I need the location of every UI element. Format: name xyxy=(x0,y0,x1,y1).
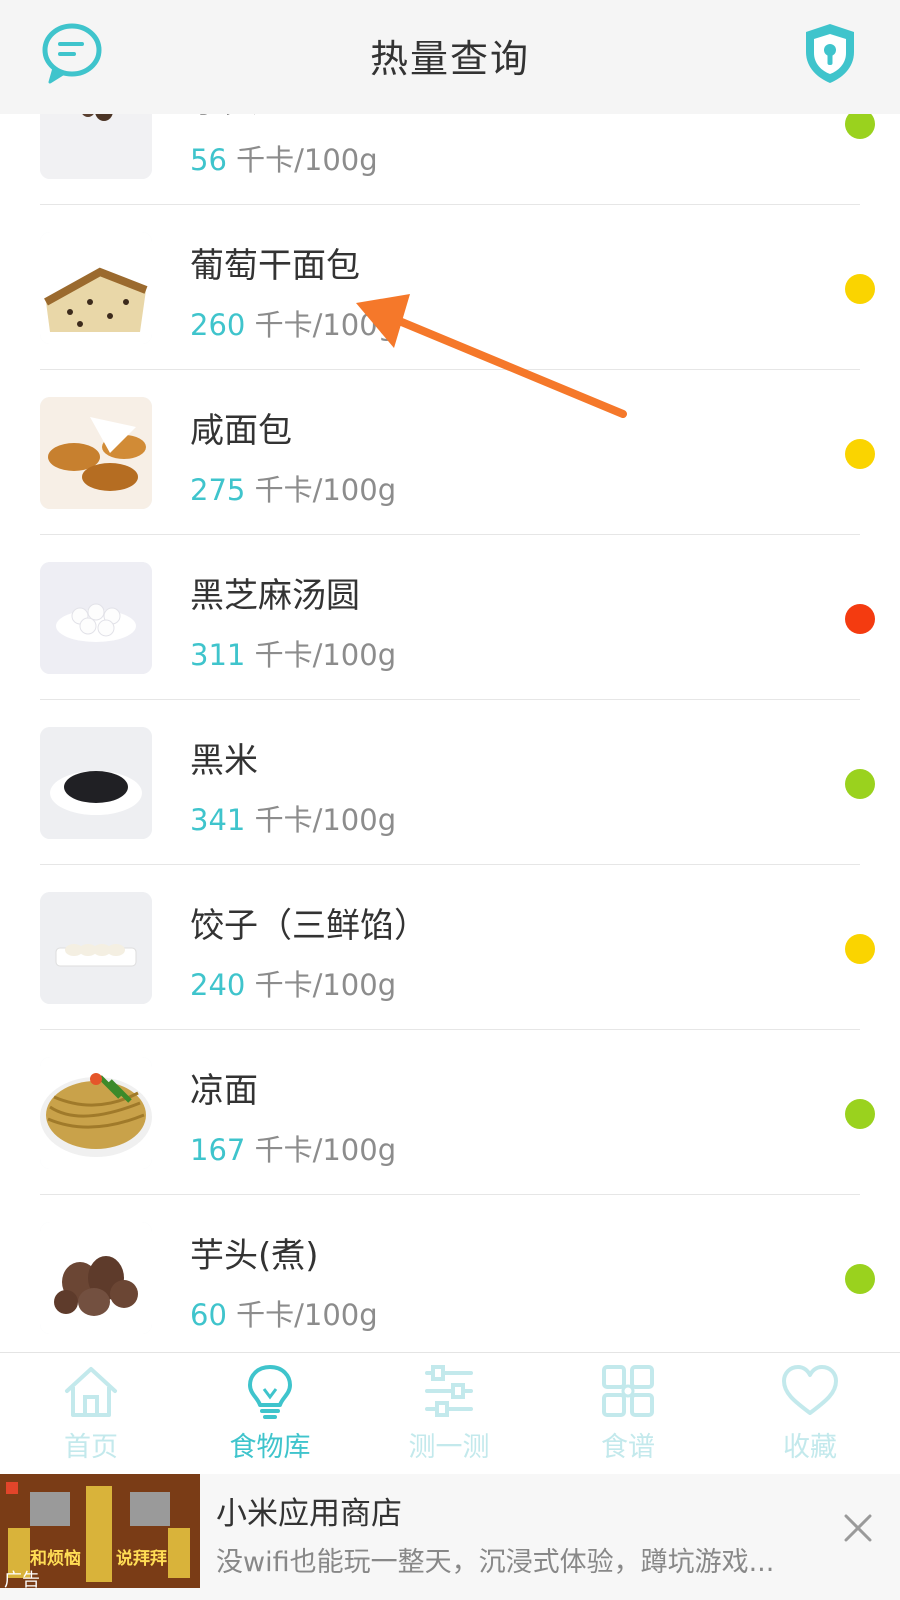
sliders-icon xyxy=(425,1365,473,1417)
calorie-unit: 千卡/100g xyxy=(254,803,397,837)
lightbulb-icon xyxy=(248,1365,292,1419)
ad-banner[interactable]: 和烦恼 说拜拜 广告 小米应用商店 没wifi也能玩一整天，沉浸式体验，蹲坑游戏… xyxy=(0,1474,900,1600)
food-list-item[interactable]: 饺子（三鲜馅） 240 千卡/100g xyxy=(0,865,900,1030)
food-name: 葡萄干面包 xyxy=(190,246,360,286)
food-calories: 60 千卡/100g xyxy=(190,1292,378,1334)
food-thumbnail xyxy=(40,562,152,674)
calorie-value: 311 xyxy=(190,638,246,672)
heart-icon xyxy=(782,1365,838,1415)
calorie-value: 341 xyxy=(190,803,246,837)
food-calories: 260 千卡/100g xyxy=(190,302,396,344)
food-name: 黑米 xyxy=(190,741,258,781)
calorie-value: 240 xyxy=(190,968,246,1002)
calorie-value: 260 xyxy=(190,308,246,342)
nav-food-library[interactable]: 食物库 xyxy=(205,1363,335,1473)
calorie-value: 275 xyxy=(190,473,246,507)
home-icon xyxy=(65,1367,117,1417)
calorie-value: 60 xyxy=(190,1298,227,1332)
food-calories: 311 千卡/100g xyxy=(190,632,396,674)
food-list-item[interactable]: 黑米 341 千卡/100g xyxy=(0,700,900,865)
ad-title: 小米应用商店 xyxy=(216,1496,402,1532)
status-dot xyxy=(845,114,875,139)
top-bar: 热量查询 xyxy=(0,0,900,114)
nav-label: 首页 xyxy=(64,1432,118,1463)
nav-label: 收藏 xyxy=(783,1432,837,1463)
food-list-item[interactable]: 凉面 167 千卡/100g xyxy=(0,1030,900,1195)
food-thumbnail xyxy=(40,114,152,179)
ad-thumb-text-right: 说拜拜 xyxy=(116,1549,167,1569)
calorie-unit: 千卡/100g xyxy=(254,308,397,342)
bottom-nav: 首页 食物库 测一测 食谱 收藏 xyxy=(0,1352,900,1475)
food-calories: 341 千卡/100g xyxy=(190,797,396,839)
status-dot xyxy=(845,274,875,304)
food-calories: 240 千卡/100g xyxy=(190,962,396,1004)
grid-icon xyxy=(602,1365,654,1417)
food-calories: 275 千卡/100g xyxy=(190,467,396,509)
calorie-unit: 千卡/100g xyxy=(254,1133,397,1167)
food-calories: 167 千卡/100g xyxy=(190,1127,396,1169)
calorie-unit: 千卡/100g xyxy=(254,968,397,1002)
food-name: 黑芝麻汤圆 xyxy=(190,576,360,616)
food-thumbnail xyxy=(40,1057,152,1169)
food-name: 芋头 xyxy=(190,114,258,122)
calorie-unit: 千卡/100g xyxy=(236,1298,378,1332)
close-icon[interactable] xyxy=(840,1510,876,1546)
food-list[interactable]: 芋头 56 千卡/100g 葡萄干面包 260 千卡/100g 咸面包 275 千卡/10… xyxy=(0,114,900,1352)
food-thumbnail xyxy=(40,232,152,344)
calorie-unit: 千卡/100g xyxy=(254,638,397,672)
food-thumbnail xyxy=(40,727,152,839)
food-list-item[interactable]: 葡萄干面包 260 千卡/100g xyxy=(0,205,900,370)
nav-label: 食物库 xyxy=(229,1432,311,1463)
calorie-value: 167 xyxy=(190,1133,246,1167)
food-thumbnail xyxy=(40,892,152,1004)
page-title: 热量查询 xyxy=(369,37,530,81)
food-thumbnail xyxy=(40,397,152,509)
ad-tag: 广告 xyxy=(4,1570,40,1588)
status-dot xyxy=(845,769,875,799)
ad-description: 没wifi也能玩一整天，沉浸式体验，蹲坑游戏... xyxy=(216,1547,775,1578)
nav-favorites[interactable]: 收藏 xyxy=(745,1363,875,1473)
nav-recipes[interactable]: 食谱 xyxy=(563,1363,693,1473)
status-dot xyxy=(845,604,875,634)
food-list-item[interactable]: 芋头 56 千卡/100g xyxy=(0,114,900,205)
food-name: 凉面 xyxy=(190,1071,258,1111)
nav-label: 食谱 xyxy=(601,1432,655,1463)
calorie-value: 56 xyxy=(190,143,227,177)
shield-lock-icon[interactable] xyxy=(800,20,860,86)
calorie-unit: 千卡/100g xyxy=(254,473,397,507)
status-dot xyxy=(845,439,875,469)
food-calories: 56 千卡/100g xyxy=(190,137,378,179)
food-list-item[interactable]: 咸面包 275 千卡/100g xyxy=(0,370,900,535)
food-list-item[interactable]: 黑芝麻汤圆 311 千卡/100g xyxy=(0,535,900,700)
app-screen: 热量查询 芋头 56 千卡/100g 葡萄干面包 260 千卡/100g 咸面包 275 … xyxy=(0,0,900,1600)
food-list-item[interactable]: 芋头(煮) 60 千卡/100g xyxy=(0,1195,900,1352)
nav-home[interactable]: 首页 xyxy=(26,1363,156,1473)
status-dot xyxy=(845,1264,875,1294)
food-thumbnail xyxy=(40,1222,152,1334)
status-dot xyxy=(845,1099,875,1129)
status-dot xyxy=(845,934,875,964)
ad-image: 和烦恼 说拜拜 广告 xyxy=(0,1474,200,1588)
calorie-unit: 千卡/100g xyxy=(236,143,378,177)
food-name: 饺子（三鲜馅） xyxy=(190,906,428,946)
food-name: 咸面包 xyxy=(190,411,292,451)
nav-label: 测一测 xyxy=(408,1432,490,1463)
food-name: 芋头(煮) xyxy=(190,1236,319,1276)
nav-test[interactable]: 测一测 xyxy=(384,1363,514,1473)
